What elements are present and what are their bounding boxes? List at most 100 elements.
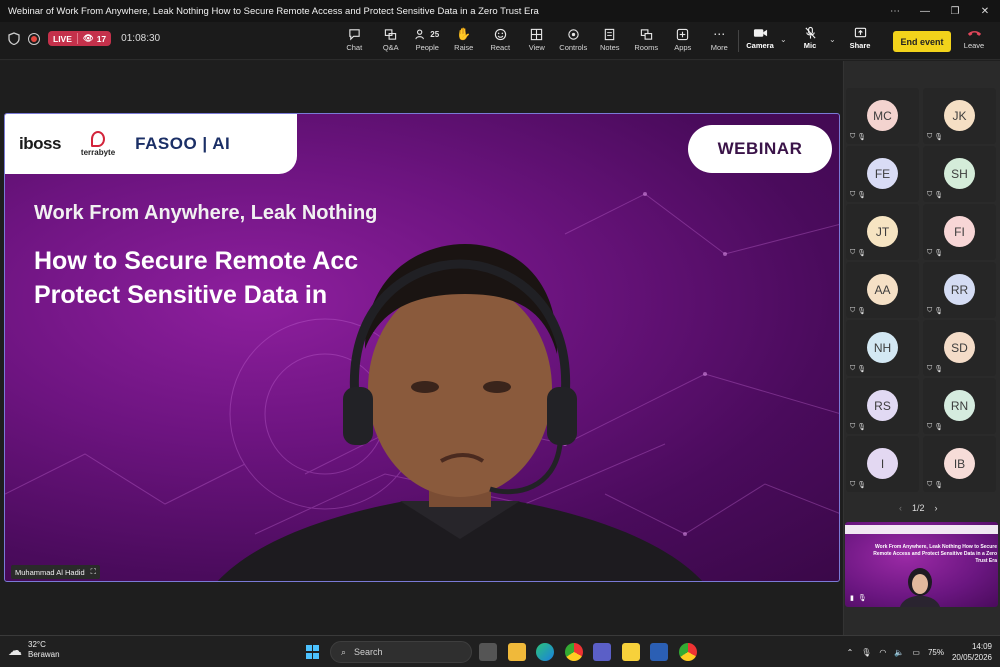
participant-mic-muted-icon: 🎙 (857, 424, 867, 431)
sticky-notes-icon[interactable] (622, 643, 640, 661)
terrabyte-logo-text: terrabyte (80, 148, 116, 157)
tray-mic-icon[interactable]: 🎙 (861, 648, 871, 657)
self-view-video[interactable]: Work From Anywhere, Leak Nothing How to … (845, 522, 998, 607)
participant-tile[interactable]: SD ⛉ 🎙 (923, 320, 996, 376)
start-windows-icon[interactable] (304, 643, 322, 661)
notes-label: Notes (599, 43, 620, 52)
people-button[interactable]: 25 People (409, 26, 446, 56)
participant-tile[interactable]: AA ⛉ 🎙 (846, 262, 919, 318)
teams-icon[interactable] (593, 643, 611, 661)
participant-avatar: RS (867, 390, 898, 421)
chat-button[interactable]: Chat (336, 26, 373, 56)
notes-button[interactable]: Notes (592, 26, 629, 56)
controls-button[interactable]: Controls (555, 26, 592, 56)
participant-tile[interactable]: SH ⛉ 🎙 (923, 146, 996, 202)
pager-next-icon[interactable]: › (935, 503, 938, 513)
iboss-logo: iboss (19, 134, 61, 153)
system-tray: ⌃ 🎙 ◠ 🔈 ▭ 75% 14:09 20/05/2026 (847, 641, 992, 663)
participant-avatar: FE (867, 158, 898, 189)
participant-tile[interactable]: IB ⛉ 🎙 (923, 436, 996, 492)
participant-avatar: SD (944, 332, 975, 363)
participants-panel: MC ⛉ 🎙 JK ⛉ 🎙 FE ⛉ 🎙 SH ⛉ 🎙 JT ⛉ 🎙 FI ⛉ 🎙 AA ⛉ 🎙 RR ⛉ 🎙 NH ⛉ 🎙 SD ⛉ 🎙… (843, 61, 1000, 635)
participant-avatar: IB (944, 448, 975, 479)
camera-icon (753, 29, 767, 37)
participant-role-icon: ⛉ (850, 191, 856, 198)
raise-label: Raise (454, 43, 474, 52)
search-placeholder: Search (354, 647, 383, 657)
chrome-profile-icon[interactable] (679, 643, 697, 661)
maximize-button[interactable]: ❐ (940, 0, 970, 22)
share-button[interactable]: Share (848, 26, 872, 56)
cloudy-weather-icon: ☁ (8, 641, 22, 658)
pager-prev-icon[interactable]: ‹ (899, 503, 902, 513)
weather-condition: Berawan (28, 650, 60, 659)
mic-options-chevron-icon[interactable]: ⌄ (829, 35, 836, 44)
viewer-count: 17 (96, 33, 107, 44)
participant-tile[interactable]: MC ⛉ 🎙 (846, 88, 919, 144)
participant-avatar: MC (867, 100, 898, 131)
participant-tile[interactable]: JK ⛉ 🎙 (923, 88, 996, 144)
participant-role-icon: ⛉ (850, 307, 856, 314)
participant-role-icon: ⛉ (927, 365, 933, 372)
participant-tile[interactable]: NH ⛉ 🎙 (846, 320, 919, 376)
recording-icon (28, 32, 40, 45)
participant-tile[interactable]: RR ⛉ 🎙 (923, 262, 996, 318)
mic-label: Mic (803, 41, 817, 50)
mic-button[interactable]: Mic (800, 26, 820, 56)
more-icon: ⋯ (713, 27, 726, 41)
participant-tile[interactable]: RN ⛉ 🎙 (923, 378, 996, 434)
participant-tile[interactable]: I ⛉ 🎙 (846, 436, 919, 492)
chrome-icon[interactable] (565, 643, 583, 661)
slide-subtitle: Work From Anywhere, Leak Nothing (34, 202, 378, 224)
controls-icon (568, 28, 579, 40)
file-explorer-icon[interactable] (508, 643, 526, 661)
window-title: Webinar of Work From Anywhere, Leak Noth… (8, 5, 539, 17)
live-badge[interactable]: LIVE 👁 17 (48, 31, 112, 46)
more-options-icon[interactable]: ⋯ (880, 0, 910, 22)
participant-tile[interactable]: RS ⛉ 🎙 (846, 378, 919, 434)
mic-muted-icon (804, 26, 816, 39)
participant-mic-muted-icon: 🎙 (934, 192, 944, 199)
apps-button[interactable]: Apps (665, 26, 702, 56)
more-button[interactable]: ⋯ More (701, 26, 738, 56)
taskbar-search[interactable]: ⌕ Search (330, 641, 472, 663)
participant-avatar: JT (867, 216, 898, 247)
participant-role-icon: ⛉ (850, 423, 856, 430)
terrabyte-logo: terrabyte (81, 131, 115, 157)
leave-button[interactable]: Leave (960, 26, 988, 56)
speaker-video[interactable]: iboss terrabyte FASOO | AI WEBINAR Work … (4, 113, 840, 582)
participant-mic-muted-icon: 🎙 (934, 482, 944, 489)
react-icon (494, 28, 506, 40)
participant-mic-muted-icon: 🎙 (934, 134, 944, 141)
participant-tile[interactable]: JT ⛉ 🎙 (846, 204, 919, 260)
meeting-timer: 01:08:30 (121, 33, 161, 44)
controls-label: Controls (559, 43, 588, 52)
end-event-button[interactable]: End event (893, 31, 951, 52)
clock[interactable]: 14:09 20/05/2026 (952, 641, 992, 663)
react-button[interactable]: React (482, 26, 519, 56)
self-view-slide-header (845, 525, 998, 534)
camera-options-chevron-icon[interactable]: ⌄ (780, 35, 787, 44)
chevron-up-icon[interactable]: ⌃ (847, 648, 854, 657)
weather-widget[interactable]: ☁ 32°C Berawan (8, 640, 60, 660)
participant-tile[interactable]: FI ⛉ 🎙 (923, 204, 996, 260)
task-view-icon[interactable] (479, 643, 497, 661)
clock-time: 14:09 (971, 642, 992, 651)
participant-tile[interactable]: FE ⛉ 🎙 (846, 146, 919, 202)
camera-button[interactable]: Camera (746, 26, 774, 56)
close-button[interactable]: ✕ (970, 0, 1000, 22)
edge-browser-icon[interactable] (536, 643, 554, 661)
raise-hand-button[interactable]: ✋ Raise (446, 26, 483, 56)
battery-icon[interactable]: ▭ (912, 648, 920, 657)
qa-button[interactable]: Q&A (373, 26, 410, 56)
rooms-button[interactable]: Rooms (628, 26, 665, 56)
minimize-button[interactable]: — (910, 0, 940, 22)
signal-icon: ▮ (850, 595, 854, 602)
wifi-icon[interactable]: ◠ (879, 648, 886, 657)
apps-label: Apps (674, 43, 692, 52)
volume-icon[interactable]: 🔈 (894, 648, 904, 657)
eye-icon: 👁 (82, 33, 94, 43)
word-icon[interactable] (650, 643, 668, 661)
participant-mic-muted-icon: 🎙 (857, 482, 867, 489)
view-button[interactable]: View (519, 26, 556, 56)
